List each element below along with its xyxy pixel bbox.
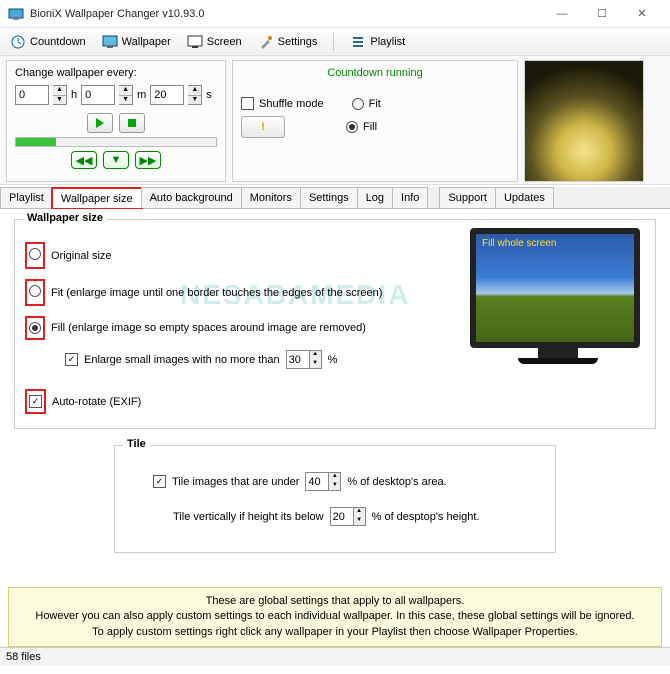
hours-spin[interactable]: ▲▼ (53, 85, 67, 105)
countdown-status: Countdown running (241, 67, 509, 79)
tile-group: Tile ✓ Tile images that are under ▲▼ % o… (114, 445, 556, 553)
clock-icon (10, 34, 26, 50)
auto-rotate-checkbox[interactable]: ✓ (29, 395, 42, 408)
wallpaper-size-group: Wallpaper size Fill whole screen Origina… (14, 219, 656, 429)
tab-auto-background[interactable]: Auto background (141, 187, 242, 208)
tab-wallpaper-size[interactable]: Wallpaper size (52, 188, 142, 209)
interval-panel: Change wallpaper every: 0▲▼ h 0▲▼ m 20▲▼… (6, 60, 226, 182)
toolbar-screen[interactable]: Screen (183, 32, 246, 52)
seconds-input[interactable]: 20 (150, 85, 184, 105)
tile-height-value[interactable]: ▲▼ (330, 507, 366, 526)
maximize-button[interactable]: ☐ (582, 2, 622, 26)
tile-area-value[interactable]: ▲▼ (305, 472, 341, 491)
fill-radio[interactable] (346, 121, 358, 133)
info-banner: These are global settings that apply to … (8, 587, 662, 647)
seconds-spin[interactable]: ▲▼ (188, 85, 202, 105)
prev-button[interactable]: ◀◀ (71, 151, 97, 169)
shuffle-checkbox[interactable] (241, 97, 254, 110)
fit-radio[interactable] (352, 98, 364, 110)
status-bar: 58 files (0, 647, 670, 666)
minutes-input[interactable]: 0 (81, 85, 115, 105)
minimize-button[interactable]: — (542, 2, 582, 26)
screen-icon (187, 34, 203, 50)
countdown-panel: Countdown running Shuffle mode Fit ! Fil… (232, 60, 518, 182)
close-button[interactable]: ✕ (622, 2, 662, 26)
original-radio[interactable] (29, 248, 41, 260)
toolbar-countdown[interactable]: Countdown (6, 32, 90, 52)
window-title: BioniX Wallpaper Changer v10.93.0 (30, 8, 542, 20)
toolbar-settings[interactable]: Settings (254, 32, 322, 52)
fit-size-radio[interactable] (29, 285, 41, 297)
monitor-icon (102, 34, 118, 50)
separator (333, 33, 334, 51)
tab-info[interactable]: Info (392, 187, 428, 208)
tab-updates[interactable]: Updates (495, 187, 554, 208)
play-button[interactable] (87, 113, 113, 133)
toolbar-playlist[interactable]: Playlist (346, 32, 409, 52)
tab-monitors[interactable]: Monitors (241, 187, 301, 208)
preview-monitor: Fill whole screen (470, 228, 645, 364)
group-title: Wallpaper size (23, 212, 107, 224)
app-icon (8, 6, 24, 22)
next-button[interactable]: ▶▶ (135, 151, 161, 169)
tab-bar: Playlist Wallpaper size Auto background … (0, 187, 670, 209)
preview-thumbnail (524, 60, 644, 182)
tab-support[interactable]: Support (439, 187, 496, 208)
tools-icon (258, 34, 274, 50)
tile-checkbox[interactable]: ✓ (153, 475, 166, 488)
hours-input[interactable]: 0 (15, 85, 49, 105)
tab-log[interactable]: Log (357, 187, 393, 208)
minutes-spin[interactable]: ▲▼ (119, 85, 133, 105)
stop-button[interactable] (119, 113, 145, 133)
down-button[interactable]: ▼ (103, 151, 129, 169)
list-icon (350, 34, 366, 50)
tab-playlist[interactable]: Playlist (0, 187, 53, 208)
tab-settings[interactable]: Settings (300, 187, 358, 208)
fill-size-radio[interactable] (29, 322, 41, 334)
enlarge-checkbox[interactable]: ✓ (65, 353, 78, 366)
progress-bar (15, 137, 217, 147)
interval-label: Change wallpaper every: (15, 67, 217, 79)
file-count: 58 files (6, 651, 41, 663)
alert-button[interactable]: ! (241, 116, 285, 138)
enlarge-value[interactable]: ▲▼ (286, 350, 322, 369)
toolbar-wallpaper[interactable]: Wallpaper (98, 32, 175, 52)
